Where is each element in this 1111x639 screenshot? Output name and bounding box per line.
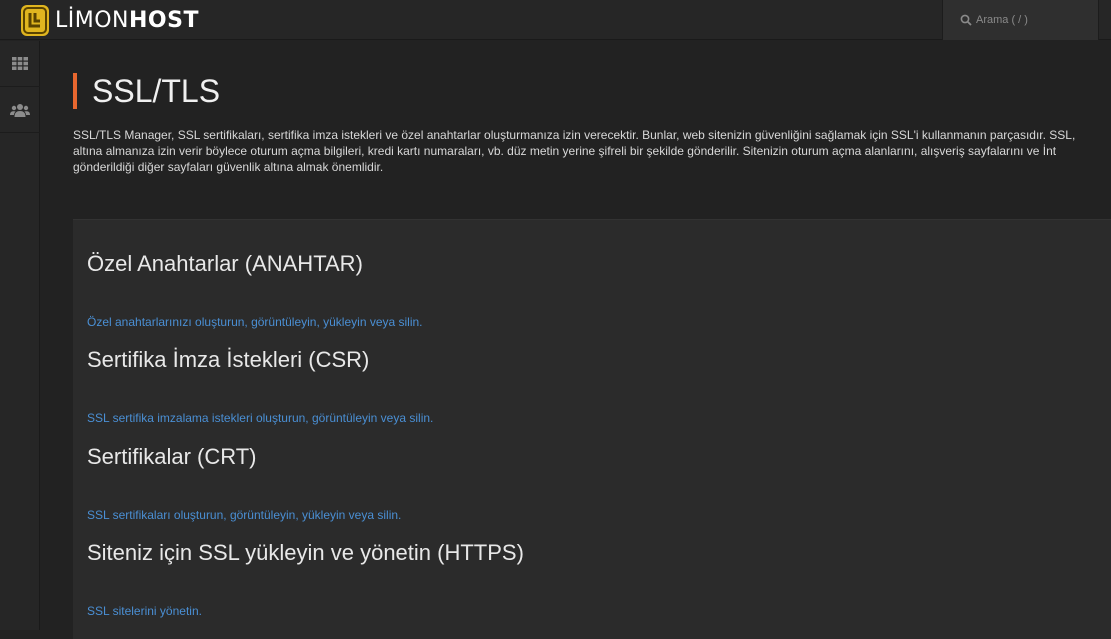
page-intro: SSL/TLS Manager, SSL sertifikaları, sert… xyxy=(73,127,1111,175)
sidebar-item-apps[interactable] xyxy=(0,41,40,87)
search-icon xyxy=(960,14,972,26)
limonhost-logo[interactable]: LİMONHOST xyxy=(21,3,199,37)
section-title: Sertifikalar (CRT) xyxy=(87,444,257,469)
lemon-logo-icon xyxy=(21,4,49,36)
intro-line: altına almanıza izin verir böylece oturu… xyxy=(73,144,1057,158)
page-title: SSL/TLS xyxy=(73,73,220,109)
ssl-sections-panel: Özel Anahtarlar (ANAHTAR) Özel anahtarla… xyxy=(73,219,1111,639)
top-bar: LİMONHOST xyxy=(0,0,1111,40)
brand-name: LİMONHOST xyxy=(55,8,199,33)
section-certificates: Sertifikalar (CRT) SSL sertifikaları olu… xyxy=(87,444,401,522)
certificates-link[interactable]: SSL sertifikaları oluşturun, görüntüleyi… xyxy=(87,508,401,522)
search-input[interactable] xyxy=(976,14,1096,26)
manage-ssl-sites-link[interactable]: SSL sitelerini yönetin. xyxy=(87,604,202,618)
section-csr: Sertifika İmza İstekleri (CSR) SSL serti… xyxy=(87,347,433,425)
brand-name-bold: HOST xyxy=(129,7,199,33)
users-icon xyxy=(10,103,30,117)
main-content: SSL/TLS SSL/TLS Manager, SSL sertifikala… xyxy=(41,41,1111,639)
apps-grid-icon xyxy=(12,57,28,70)
sidebar xyxy=(0,41,40,630)
private-keys-link[interactable]: Özel anahtarlarınızı oluşturun, görüntül… xyxy=(87,315,423,329)
sidebar-item-users[interactable] xyxy=(0,87,40,133)
section-https: Siteniz için SSL yükleyin ve yönetin (HT… xyxy=(87,540,524,618)
intro-line: SSL/TLS Manager, SSL sertifikaları, sert… xyxy=(73,128,1076,142)
section-title: Özel Anahtarlar (ANAHTAR) xyxy=(87,251,363,276)
search-box[interactable] xyxy=(942,0,1099,40)
brand-name-thin: LİMON xyxy=(55,7,129,33)
csr-link[interactable]: SSL sertifika imzalama istekleri oluştur… xyxy=(87,411,433,425)
section-title: Siteniz için SSL yükleyin ve yönetin (HT… xyxy=(87,540,524,565)
section-private-keys: Özel Anahtarlar (ANAHTAR) Özel anahtarla… xyxy=(87,251,423,329)
intro-line: gönderildiği diğer sayfaları güvenlik al… xyxy=(73,160,384,174)
section-title: Sertifika İmza İstekleri (CSR) xyxy=(87,347,370,372)
